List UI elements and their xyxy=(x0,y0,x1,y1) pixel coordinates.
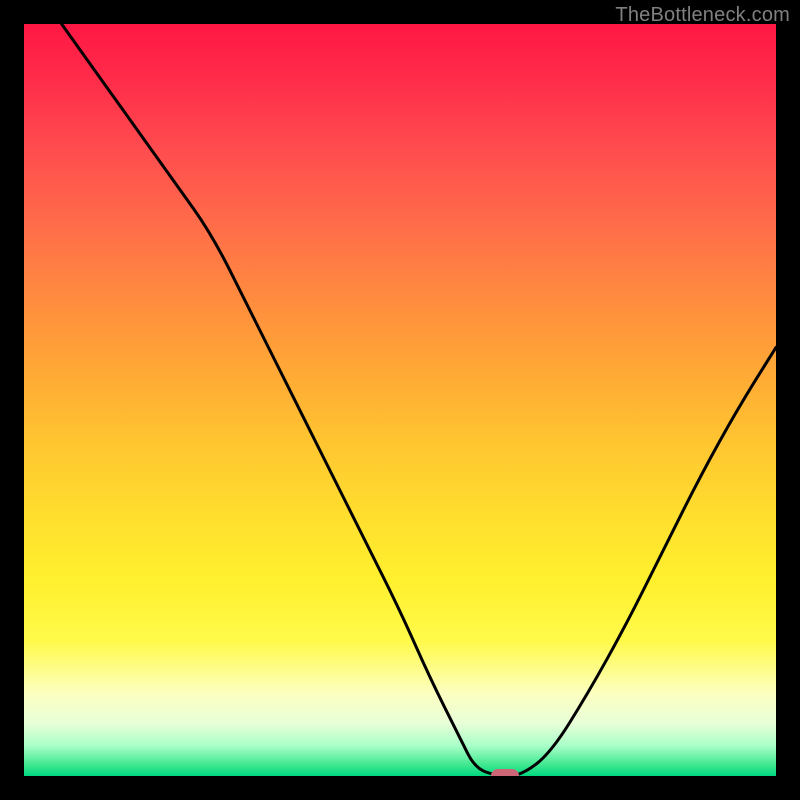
curve-svg xyxy=(24,24,776,776)
chart-frame: TheBottleneck.com xyxy=(0,0,800,800)
optimal-point-marker xyxy=(491,769,519,776)
plot-area xyxy=(24,24,776,776)
bottleneck-curve-line xyxy=(62,24,776,776)
watermark-text: TheBottleneck.com xyxy=(615,4,790,27)
